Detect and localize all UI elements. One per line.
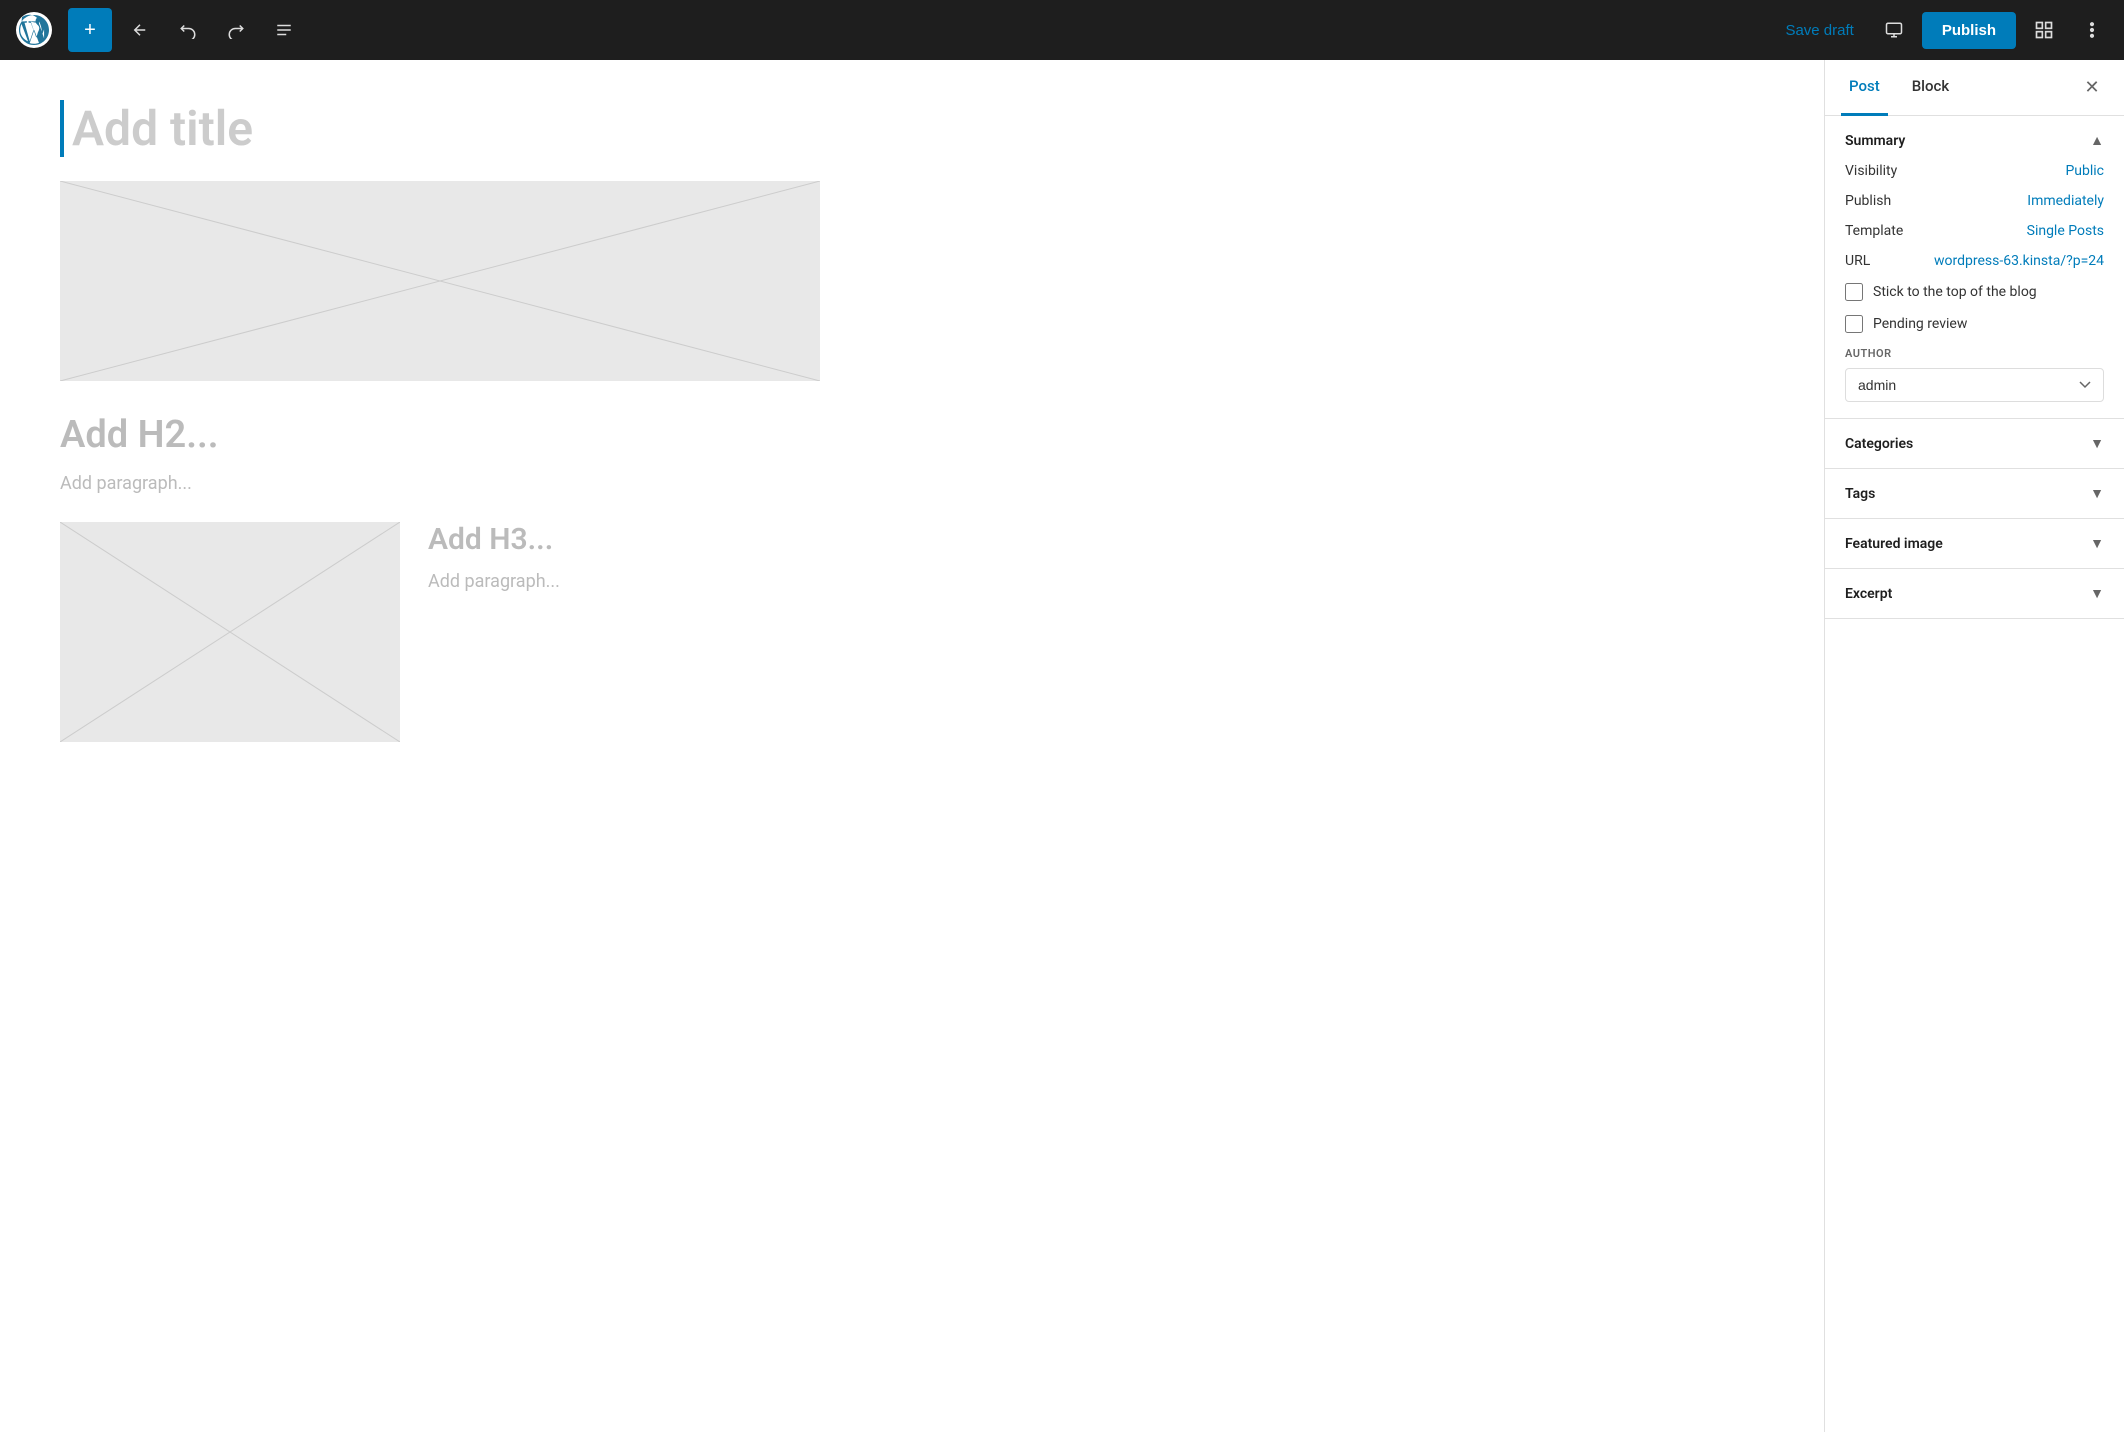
featured-image-block[interactable] xyxy=(60,181,820,381)
publish-button[interactable]: Publish xyxy=(1922,12,2016,49)
pending-checkbox[interactable] xyxy=(1845,315,1863,333)
pending-row: Pending review xyxy=(1845,315,2104,333)
publish-row: Publish Immediately xyxy=(1845,193,2104,209)
template-row: Template Single Posts xyxy=(1845,223,2104,239)
excerpt-chevron-icon: ▼ xyxy=(2090,585,2104,602)
tab-block[interactable]: Block xyxy=(1904,60,1957,116)
excerpt-section-header[interactable]: Excerpt ▼ xyxy=(1845,585,2104,602)
sidebar-close-button[interactable]: ✕ xyxy=(2076,72,2108,104)
settings-button[interactable] xyxy=(2024,10,2064,50)
categories-title: Categories xyxy=(1845,436,1913,452)
author-label: AUTHOR xyxy=(1845,347,2104,360)
categories-section-header[interactable]: Categories ▼ xyxy=(1845,435,2104,452)
save-draft-button[interactable]: Save draft xyxy=(1773,14,1865,47)
wp-logo xyxy=(12,8,56,52)
undo-button[interactable] xyxy=(168,10,208,50)
publish-value[interactable]: Immediately xyxy=(2027,193,2104,209)
url-row: URL wordpress-63.kinsta/?p=24 xyxy=(1845,253,2104,269)
more-options-button[interactable] xyxy=(2072,10,2112,50)
paragraph-block-2[interactable]: Add paragraph... xyxy=(428,571,820,592)
visibility-value[interactable]: Public xyxy=(2065,163,2104,179)
excerpt-section: Excerpt ▼ xyxy=(1825,569,2124,619)
publish-label: Publish xyxy=(1845,193,1891,209)
h2-block[interactable]: Add H2... xyxy=(60,413,1764,457)
tab-post[interactable]: Post xyxy=(1841,60,1888,116)
editor-area: Add title Add H2... Add paragraph... Add… xyxy=(0,60,1824,1432)
two-column-block: Add H3... Add paragraph... xyxy=(60,522,820,742)
sidebar: Post Block ✕ Summary ▲ Visibility Public… xyxy=(1824,60,2124,1432)
sticky-row: Stick to the top of the blog xyxy=(1845,283,2104,301)
tags-title: Tags xyxy=(1845,486,1875,502)
tags-section: Tags ▼ xyxy=(1825,469,2124,519)
featured-image-section-header[interactable]: Featured image ▼ xyxy=(1845,535,2104,552)
categories-chevron-icon: ▼ xyxy=(2090,435,2104,452)
tools-button[interactable] xyxy=(120,10,160,50)
h3-block[interactable]: Add H3... xyxy=(428,522,820,557)
excerpt-title: Excerpt xyxy=(1845,586,1892,602)
column-text: Add H3... Add paragraph... xyxy=(428,522,820,742)
post-title[interactable]: Add title xyxy=(60,100,1764,157)
main-layout: Add title Add H2... Add paragraph... Add… xyxy=(0,60,2124,1432)
url-value[interactable]: wordpress-63.kinsta/?p=24 xyxy=(1934,253,2104,269)
pending-label[interactable]: Pending review xyxy=(1873,316,1967,332)
categories-section: Categories ▼ xyxy=(1825,419,2124,469)
template-value[interactable]: Single Posts xyxy=(2027,223,2104,239)
summary-section-header[interactable]: Summary ▲ xyxy=(1845,132,2104,149)
tags-section-header[interactable]: Tags ▼ xyxy=(1845,485,2104,502)
featured-image-title: Featured image xyxy=(1845,536,1943,552)
preview-button[interactable] xyxy=(1874,10,1914,50)
sticky-label[interactable]: Stick to the top of the blog xyxy=(1873,284,2037,300)
summary-title: Summary xyxy=(1845,133,1905,149)
paragraph-block-1[interactable]: Add paragraph... xyxy=(60,473,1764,494)
url-label: URL xyxy=(1845,253,1870,269)
visibility-row: Visibility Public xyxy=(1845,163,2104,179)
sticky-checkbox[interactable] xyxy=(1845,283,1863,301)
redo-button[interactable] xyxy=(216,10,256,50)
sidebar-tabs: Post Block ✕ xyxy=(1825,60,2124,116)
image-block-2[interactable] xyxy=(60,522,400,742)
featured-image-section: Featured image ▼ xyxy=(1825,519,2124,569)
template-label: Template xyxy=(1845,223,1903,239)
featured-image-chevron-icon: ▼ xyxy=(2090,535,2104,552)
topbar: + Save draft Publis xyxy=(0,0,2124,60)
list-view-button[interactable] xyxy=(264,10,304,50)
summary-chevron-up-icon: ▲ xyxy=(2090,132,2104,149)
summary-section: Summary ▲ Visibility Public Publish Imme… xyxy=(1825,116,2124,419)
tags-chevron-icon: ▼ xyxy=(2090,485,2104,502)
add-block-button[interactable]: + xyxy=(68,8,112,52)
visibility-label: Visibility xyxy=(1845,163,1897,179)
author-select[interactable]: admin xyxy=(1845,368,2104,402)
